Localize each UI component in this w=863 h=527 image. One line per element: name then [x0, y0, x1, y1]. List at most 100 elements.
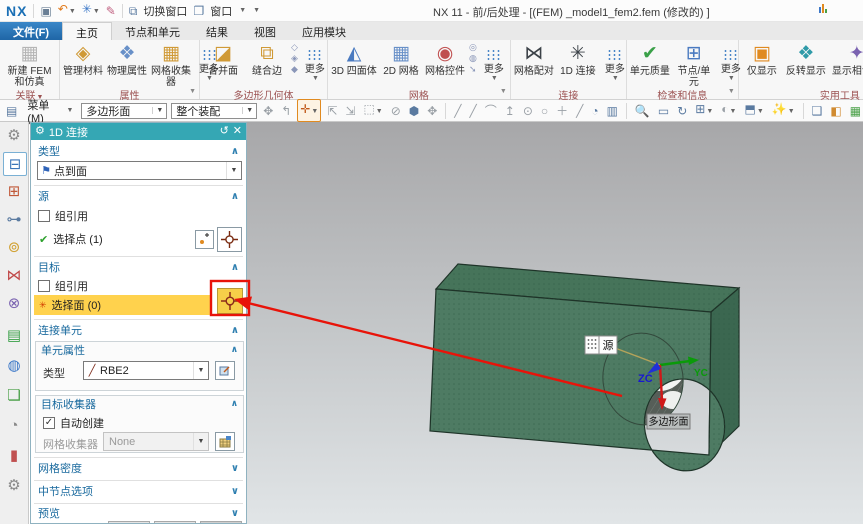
snap-quadrant-icon[interactable]: ◔ [589, 102, 600, 120]
section-source[interactable]: 源 ∧ [31, 188, 246, 204]
graphics-viewport[interactable]: 源 YC XC ZC 多边形面 [247, 122, 863, 524]
manage-materials-button[interactable]: ◈ 管理材料 [61, 41, 105, 78]
select-face-row[interactable]: ✳ 选择面 (0) [34, 295, 211, 315]
tab-application-modules[interactable]: 应用模块 [289, 22, 359, 40]
node-element-info-button[interactable]: ⊞ 节点/单元 [672, 41, 716, 89]
snap-circle-icon[interactable]: ○ [539, 102, 550, 120]
collapse-chevron-icon[interactable]: ∧ [231, 325, 239, 336]
save-icon[interactable]: ▣ [40, 5, 51, 17]
tet-mesh-button[interactable]: ◭ 3D 四面体 [329, 41, 379, 78]
visual-report-icon[interactable]: ◧ [828, 102, 843, 120]
menu-button[interactable]: 菜单(M) ▼ [23, 96, 77, 126]
select-point-row[interactable]: ✔ 选择点 (1) [34, 229, 211, 249]
mesh-tool-icon[interactable]: ◍ [469, 54, 477, 63]
polygon-tool-icon[interactable]: ◆ [291, 65, 298, 74]
mesh-collector-button[interactable]: ▦ 网格收集器 [149, 41, 193, 89]
expand-chevron-icon[interactable]: ∨ [231, 486, 239, 497]
stitch-edge-button[interactable]: ⧉ 缝合边 [245, 41, 289, 78]
mesh-tool-icon[interactable]: ◎ [469, 43, 477, 52]
snap-point-toggle-icon[interactable]: ✛▼ [297, 99, 322, 122]
window-dropdown-arrow[interactable]: ▼ [239, 7, 246, 14]
part-navigator-icon[interactable]: ⊗ [3, 292, 25, 314]
tab-file[interactable]: 文件(F) [0, 22, 63, 40]
snap-point-on-curve-icon[interactable]: ╱ [574, 102, 585, 120]
show-only-button[interactable]: ▣ 仅显示 [740, 41, 784, 78]
tab-view[interactable]: 视图 [241, 22, 289, 40]
section-target[interactable]: 目标 ∧ [31, 259, 246, 275]
section-type[interactable]: 类型 ∧ [31, 143, 246, 159]
general-select-icon[interactable]: ✥ [425, 102, 439, 120]
1d-connection-button[interactable]: ✳ 1D 连接 [556, 41, 600, 78]
snap-center-icon[interactable]: ⊙ [521, 102, 535, 120]
mesh-mating-button[interactable]: ⋈ 网格配对 [512, 41, 556, 78]
post-processing-navigator-icon[interactable]: ⊞ [3, 180, 25, 202]
solid-select-icon[interactable]: ⬢ [407, 102, 421, 120]
new-collector-button[interactable] [215, 432, 235, 451]
window-tile-icon[interactable]: ❑ [810, 102, 825, 120]
mesh-tool-icon[interactable]: ➘ [469, 65, 477, 74]
snap-arc-icon[interactable]: ⌒ [483, 102, 499, 120]
section-connection-element[interactable]: 连接单元 ∧ [31, 322, 246, 338]
selection-scope-combo[interactable]: 整个装配 ▼ [171, 102, 258, 119]
solid-block[interactable] [429, 263, 741, 472]
history-file-icon[interactable]: ❏ [3, 384, 25, 406]
previous-selection-icon[interactable]: ↰ [279, 102, 293, 120]
combo-arrow-icon[interactable]: ▼ [242, 107, 256, 114]
expand-chevron-icon[interactable]: ∨ [231, 508, 239, 519]
constraint-navigator-icon[interactable]: ⊚ [3, 236, 25, 258]
collapse-chevron-icon[interactable]: ∧ [231, 398, 238, 409]
collapse-chevron-icon[interactable]: ∧ [231, 344, 238, 355]
section-midnode-options[interactable]: 中节点选项 ∨ [31, 483, 246, 499]
collapse-chevron-icon[interactable]: ∧ [231, 262, 239, 273]
source-group-reference-checkbox[interactable]: 组引用 [38, 209, 88, 223]
polygon-tool-icon[interactable]: ◇ [291, 43, 298, 52]
customize-icon[interactable]: ⚙ [3, 474, 25, 496]
dialog-reset-icon[interactable]: ↺ [220, 126, 229, 137]
type-dropdown[interactable]: ⚑ 点到面 ▼ [37, 161, 242, 180]
type-filter-combo[interactable]: 多边形面 ▼ [81, 102, 168, 119]
auto-create-checkbox[interactable]: ✓ 自动创建 [43, 416, 104, 430]
rotate-view-icon[interactable]: ↻ [675, 102, 689, 120]
checkbox-checked[interactable]: ✓ [43, 417, 55, 429]
invert-shown-button[interactable]: ❖ 反转显示 [784, 41, 828, 78]
combo-arrow-icon[interactable]: ▼ [152, 107, 166, 114]
fit-view-icon[interactable]: 🔍 [633, 102, 652, 120]
tab-home[interactable]: 主页 [62, 22, 113, 40]
switch-window-icon[interactable]: ⧉ [129, 5, 138, 17]
target-collector-header[interactable]: 目标收集器 ∧ [36, 396, 243, 411]
switch-window-button[interactable]: 切换窗口 [143, 3, 187, 19]
collapse-chevron-icon[interactable]: ∧ [231, 146, 239, 157]
assembly-navigator-icon[interactable]: ⊶ [3, 208, 25, 230]
element-type-dropdown[interactable]: ╱ RBE2 ▼ [83, 361, 209, 380]
point-dialog-button[interactable] [195, 230, 214, 249]
select-all-icon[interactable]: ⇱ [325, 102, 339, 120]
undo-icon[interactable]: ↶▼ [58, 3, 76, 18]
view-layout-icon[interactable]: ⊞▼ [693, 100, 715, 121]
dropdown-arrow-icon[interactable]: ▼ [193, 362, 208, 379]
dropdown-arrow-icon[interactable]: ▼ [226, 162, 241, 179]
resource-settings-icon[interactable]: ⚙ [3, 124, 25, 146]
render-style-icon[interactable]: ◐▼ [719, 100, 738, 121]
element-quality-button[interactable]: ✔ 单元质量 [628, 41, 672, 78]
show-adjacent-button[interactable]: ✦ 显示相邻的 [828, 41, 863, 78]
checkbox-unchecked[interactable] [38, 280, 50, 292]
source-point-label[interactable]: 源 [584, 335, 618, 355]
mating-navigator-icon[interactable]: ⋈ [3, 264, 25, 286]
deselect-icon[interactable]: ⇲ [343, 102, 357, 120]
section-preview[interactable]: 预览 ∨ [31, 505, 246, 521]
connections-more-button[interactable]: 更多 ▼ [600, 41, 630, 83]
window-button[interactable]: 窗口 [210, 3, 232, 19]
select-face-button[interactable] [217, 288, 243, 314]
element-properties-header[interactable]: 单元属性 ∧ [36, 342, 243, 357]
snap-intersection-icon[interactable]: ＋ [554, 102, 570, 120]
collapse-chevron-icon[interactable]: ∧ [231, 191, 239, 202]
snap-midpoint-icon[interactable]: ╱ [468, 102, 479, 120]
checkbox-unchecked[interactable] [38, 210, 50, 222]
target-group-reference-checkbox[interactable]: 组引用 [38, 279, 88, 293]
rectangle-select-icon[interactable]: ⬚▼ [361, 100, 384, 121]
snap-pole-icon[interactable]: ↥ [503, 102, 517, 120]
snap-endpoint-icon[interactable]: ╱ [452, 102, 463, 120]
history-icon[interactable]: ◔ [3, 414, 25, 436]
color-legend-icon[interactable]: ▮ [3, 444, 25, 466]
brush-icon[interactable]: ✎ [106, 5, 116, 17]
